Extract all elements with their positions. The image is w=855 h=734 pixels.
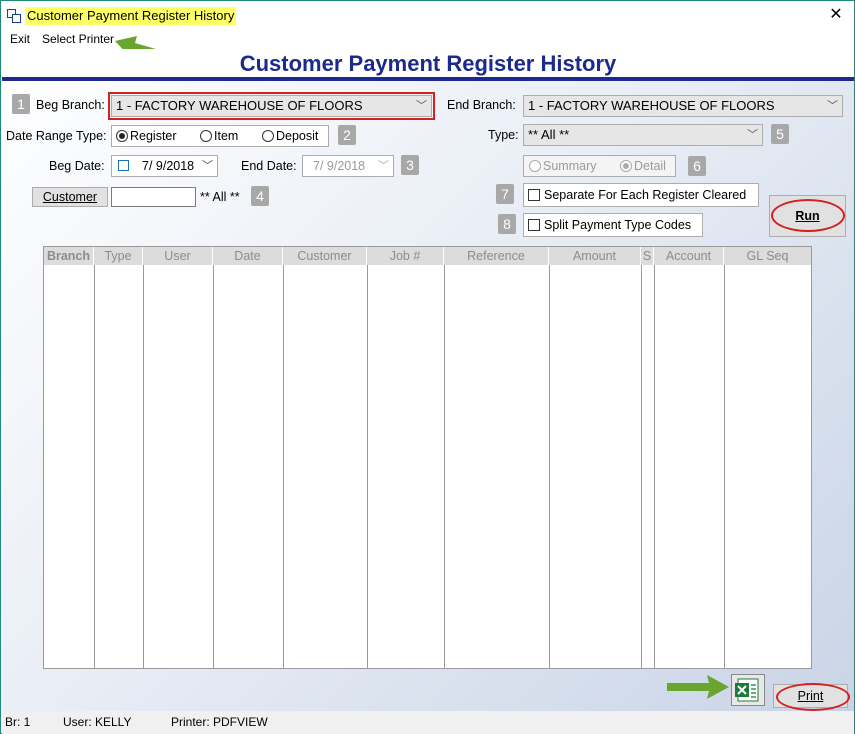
step-badge-6: 6: [688, 156, 706, 176]
step-badge-1: 1: [12, 94, 30, 114]
col-date[interactable]: Date: [213, 247, 283, 265]
radio-deposit-label: Deposit: [276, 129, 319, 143]
chevron-down-icon: ﹀: [416, 100, 427, 112]
end-date-label: End Date:: [241, 159, 297, 173]
excel-export-button[interactable]: [731, 674, 765, 706]
col-divider: [654, 265, 655, 668]
radio-summary-label: Summary: [543, 159, 597, 173]
chevron-down-icon: ﹀: [378, 160, 389, 172]
beg-date-picker[interactable]: 7/ 9/2018 ﹀: [111, 155, 218, 177]
customer-all-text: ** All **: [200, 190, 240, 204]
radio-register[interactable]: Register: [116, 129, 177, 143]
print-highlight-ellipse: [776, 683, 850, 711]
customer-button-label: Customer: [42, 190, 98, 204]
radio-empty-icon: [262, 130, 274, 142]
separate-register-checkbox[interactable]: Separate For Each Register Cleared: [523, 183, 759, 207]
step-badge-8: 8: [498, 214, 516, 234]
col-account[interactable]: Account: [654, 247, 724, 265]
step-badge-3: 3: [401, 155, 419, 175]
col-type[interactable]: Type: [94, 247, 143, 265]
split-payment-checkbox[interactable]: Split Payment Type Codes: [523, 213, 703, 237]
type-select[interactable]: ** All ** ﹀: [523, 124, 763, 146]
radio-selected-icon: [116, 130, 128, 142]
col-divider: [444, 265, 445, 668]
beg-branch-label: Beg Branch:: [36, 98, 105, 112]
separate-register-label: Separate For Each Register Cleared: [544, 188, 747, 202]
radio-item[interactable]: Item: [200, 129, 238, 143]
col-divider: [94, 265, 95, 668]
chevron-down-icon: ﹀: [747, 129, 758, 141]
radio-detail[interactable]: Detail: [620, 159, 666, 173]
date-range-radio-group: Register Item Deposit: [111, 125, 329, 147]
step-badge-4: 4: [251, 186, 269, 206]
radio-item-label: Item: [214, 129, 239, 143]
app-icon: [7, 9, 21, 23]
chevron-down-icon: ﹀: [202, 160, 213, 172]
col-divider: [367, 265, 368, 668]
radio-register-label: Register: [130, 129, 177, 143]
col-user[interactable]: User: [143, 247, 213, 265]
grid-header: Branch Type User Date Customer Job # Ref…: [44, 247, 811, 265]
title-bar: Customer Payment Register History ✕: [1, 1, 854, 31]
end-branch-label: End Branch:: [447, 98, 516, 112]
app-window: Customer Payment Register History ✕ Exit…: [0, 0, 855, 734]
date-range-type-label: Date Range Type:: [6, 129, 107, 143]
excel-icon: [735, 678, 759, 702]
beg-date-label: Beg Date:: [49, 159, 105, 173]
col-divider: [213, 265, 214, 668]
header-bar: Customer Payment Register History: [2, 49, 854, 81]
end-date-value: 7/ 9/2018: [313, 159, 366, 173]
col-divider: [641, 265, 642, 668]
window-title: Customer Payment Register History: [25, 7, 237, 25]
end-branch-select[interactable]: 1 - FACTORY WAREHOUSE OF FLOORS ﹀: [523, 95, 843, 117]
radio-selected-icon: [620, 160, 632, 172]
beg-branch-select[interactable]: 1 - FACTORY WAREHOUSE OF FLOORS ﹀: [111, 95, 432, 117]
col-branch[interactable]: Branch: [44, 247, 94, 265]
step-badge-5: 5: [771, 124, 789, 144]
menu-exit[interactable]: Exit: [10, 32, 30, 46]
register-grid[interactable]: Branch Type User Date Customer Job # Ref…: [43, 246, 812, 669]
checkbox-icon: [528, 189, 540, 201]
step-badge-2: 2: [338, 125, 356, 145]
col-divider: [143, 265, 144, 668]
customer-input[interactable]: [111, 187, 196, 207]
end-date-picker[interactable]: 7/ 9/2018 ﹀: [302, 155, 394, 177]
split-payment-label: Split Payment Type Codes: [544, 218, 692, 232]
checkbox-icon: [528, 219, 540, 231]
col-amount[interactable]: Amount: [549, 247, 641, 265]
end-branch-value: 1 - FACTORY WAREHOUSE OF FLOORS: [528, 98, 775, 113]
status-printer: Printer: PDFVIEW: [171, 715, 268, 729]
summary-detail-group: Summary Detail: [523, 155, 676, 177]
col-divider: [549, 265, 550, 668]
type-label: Type:: [488, 128, 519, 142]
beg-branch-value: 1 - FACTORY WAREHOUSE OF FLOORS: [116, 98, 363, 113]
col-gl-seq[interactable]: GL Seq: [724, 247, 811, 265]
customer-button[interactable]: Customer: [32, 187, 108, 207]
run-highlight-ellipse: [771, 199, 845, 232]
status-branch: Br: 1: [5, 715, 31, 729]
radio-deposit[interactable]: Deposit: [262, 129, 318, 143]
col-job[interactable]: Job #: [367, 247, 444, 265]
radio-detail-label: Detail: [634, 159, 666, 173]
col-reference[interactable]: Reference: [444, 247, 549, 265]
radio-empty-icon: [529, 160, 541, 172]
green-arrow-icon: [667, 675, 729, 699]
status-bar: Br: 1 User: KELLY Printer: PDFVIEW: [2, 711, 854, 734]
col-customer[interactable]: Customer: [283, 247, 367, 265]
col-s[interactable]: S: [641, 247, 654, 265]
page-title: Customer Payment Register History: [239, 51, 617, 76]
radio-summary[interactable]: Summary: [529, 159, 596, 173]
status-user: User: KELLY: [63, 715, 132, 729]
chevron-down-icon: ﹀: [827, 100, 838, 112]
step-badge-7: 7: [496, 184, 514, 204]
menu-select-printer[interactable]: Select Printer: [42, 32, 114, 46]
type-value: ** All **: [528, 127, 570, 142]
col-divider: [724, 265, 725, 668]
close-button[interactable]: ✕: [826, 5, 846, 25]
col-divider: [283, 265, 284, 668]
beg-date-value: 7/ 9/2018: [142, 159, 195, 173]
radio-empty-icon: [200, 130, 212, 142]
date-checkbox-icon[interactable]: [118, 160, 129, 171]
